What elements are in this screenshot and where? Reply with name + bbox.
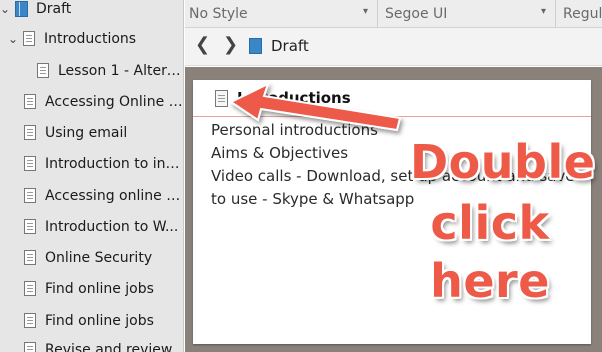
font-select[interactable]: Segoe UI <box>385 0 545 27</box>
binder-item-label: Draft <box>36 0 72 17</box>
chevron-down-icon[interactable]: ▾ <box>363 6 368 17</box>
breadcrumb[interactable]: Draft <box>271 37 309 55</box>
binder-item-label: Find online jobs <box>45 312 154 329</box>
index-card-title-row[interactable]: Introductions <box>193 80 591 117</box>
document-icon <box>24 219 36 234</box>
document-icon <box>24 188 36 203</box>
annotation-text-line: click <box>430 196 550 250</box>
binder-item-lesson-1[interactable]: Lesson 1 - Altern... <box>37 55 183 86</box>
synopsis-line[interactable]: Aims & Objectives <box>211 144 348 162</box>
index-card-title[interactable]: Introductions <box>237 89 351 107</box>
binder-item-label: Revise and review <box>45 341 173 352</box>
document-icon <box>24 250 36 265</box>
font-select-value: Segoe UI <box>385 5 448 22</box>
document-icon <box>24 94 36 109</box>
binder-sidebar: ⌄ Draft ⌄ Introductions Lesson 1 - Alter… <box>0 0 184 352</box>
document-icon <box>24 313 36 328</box>
binder-item-accessing-online-t[interactable]: Accessing Online T... <box>24 86 183 117</box>
document-icon <box>23 31 35 46</box>
binder-item-label: Using email <box>45 124 128 141</box>
binder-item-draft[interactable]: ⌄ Draft <box>0 0 183 24</box>
annotation-text-line: Double <box>410 135 596 189</box>
toolbar-separator <box>555 0 556 27</box>
synopsis-line[interactable]: to use - Skype & Whatsapp <box>211 190 414 208</box>
binder-item-introduction-to-int[interactable]: Introduction to int... <box>24 148 183 179</box>
binder-item-introductions[interactable]: ⌄ Introductions <box>6 23 183 54</box>
chevron-left-icon[interactable]: ❮ <box>195 36 210 54</box>
draft-folder-icon <box>15 0 28 17</box>
synopsis-line[interactable]: Personal introductions <box>211 121 378 139</box>
binder-item-find-online-jobs[interactable]: Find online jobs <box>24 273 183 304</box>
binder-item-using-email[interactable]: Using email <box>24 117 183 148</box>
chevron-right-icon[interactable]: ❯ <box>223 36 238 54</box>
binder-item-introduction-to-w[interactable]: Introduction to W... <box>24 211 183 242</box>
document-icon[interactable] <box>215 90 228 107</box>
binder-item-find-online-jobs-2[interactable]: Find online jobs <box>24 305 183 336</box>
binder-item-online-security[interactable]: Online Security <box>24 242 183 273</box>
format-bar: No Style ▾ Segoe UI ▾ Regula <box>185 0 602 28</box>
binder-item-label: Introduction to int... <box>45 155 183 172</box>
chevron-down-icon[interactable]: ▾ <box>541 6 546 17</box>
document-icon <box>37 63 49 78</box>
binder-item-label: Accessing online t... <box>45 187 183 204</box>
binder-item-label: Find online jobs <box>45 280 154 297</box>
binder-item-accessing-online-t-2[interactable]: Accessing online t... <box>24 180 183 211</box>
binder-item-label: Introduction to W... <box>45 218 179 235</box>
binder-item-label: Online Security <box>45 249 153 266</box>
annotation-text-line: here <box>430 254 550 308</box>
toolbar-separator <box>377 0 378 27</box>
chevron-down-icon[interactable]: ⌄ <box>0 2 12 16</box>
font-weight-select-value: Regula <box>563 5 602 22</box>
document-icon <box>24 125 36 140</box>
document-icon <box>24 342 36 352</box>
draft-folder-icon <box>249 38 262 54</box>
binder-item-label: Lesson 1 - Altern... <box>58 62 182 79</box>
style-select-value: No Style <box>189 5 248 22</box>
document-icon <box>24 281 36 296</box>
binder-item-label: Accessing Online T... <box>45 93 183 110</box>
document-icon <box>24 156 36 171</box>
binder-item-label: Introductions <box>44 30 137 47</box>
font-weight-select[interactable]: Regula <box>563 0 602 27</box>
editor-header: ❮ ❯ Draft <box>185 28 602 66</box>
style-select[interactable]: No Style <box>189 0 375 27</box>
binder-item-revise-and-review[interactable]: Revise and review <box>24 334 183 352</box>
chevron-down-icon[interactable]: ⌄ <box>6 32 20 46</box>
